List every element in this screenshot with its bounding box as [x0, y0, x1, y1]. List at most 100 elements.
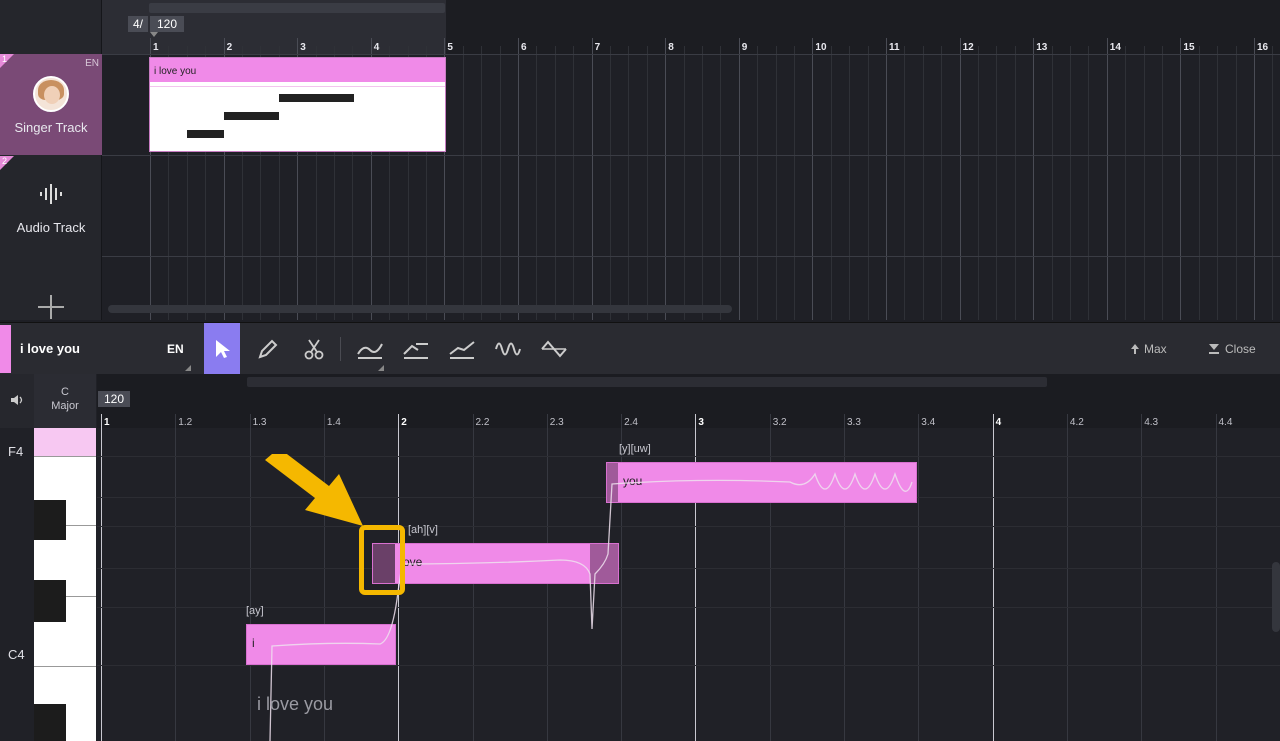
ruler-label[interactable]: 4.4: [1219, 417, 1233, 428]
piano-keyboard[interactable]: [34, 428, 96, 741]
note-lyric[interactable]: ove: [403, 555, 422, 569]
bar-number[interactable]: 15: [1183, 42, 1194, 53]
beat-line: [462, 46, 464, 320]
key-name: C: [61, 386, 69, 398]
ruler-label[interactable]: 1.3: [253, 417, 267, 428]
close-editor-button[interactable]: Close: [1208, 340, 1256, 358]
playhead-marker[interactable]: [150, 32, 158, 37]
vertical-scrollbar[interactable]: [1272, 562, 1280, 632]
note-phonemes[interactable]: [ay]: [246, 605, 264, 617]
add-track-icon[interactable]: [38, 295, 64, 321]
bar-number[interactable]: 9: [742, 42, 748, 53]
clip-header[interactable]: i love you: [150, 58, 445, 82]
track-number: 1: [2, 54, 8, 64]
beat-line: [481, 46, 483, 320]
ruler-label[interactable]: 4.2: [1070, 417, 1084, 428]
vibrato-tool-button[interactable]: [490, 323, 526, 375]
piano-key-highlighted[interactable]: [34, 428, 96, 456]
editor-tempo[interactable]: 120: [98, 391, 130, 407]
bar-number[interactable]: 1: [153, 42, 159, 53]
note-grid[interactable]: 120 1 1.2 1.3 1.4 2 2.2 2.3 2.4 3 3.2 3.3 3.4 4 4.2 4.…: [97, 374, 1280, 741]
ruler-label[interactable]: 3.2: [773, 417, 787, 428]
bar-line: [1254, 38, 1255, 320]
bar-number[interactable]: 3: [300, 42, 306, 53]
beat-line: [978, 46, 979, 320]
select-tool-button[interactable]: [204, 323, 240, 375]
track-audio[interactable]: 2 Audio Track: [0, 156, 102, 256]
bar-number[interactable]: 12: [963, 42, 974, 53]
key-selector[interactable]: C Major: [34, 374, 96, 428]
horizontal-scrollbar[interactable]: [108, 305, 732, 313]
language-selector[interactable]: EN: [167, 342, 184, 356]
track-name[interactable]: Singer Track: [0, 120, 102, 135]
pencil-icon: [258, 339, 278, 359]
ruler-label[interactable]: 2.2: [476, 417, 490, 428]
black-key[interactable]: [34, 500, 66, 540]
bar-number[interactable]: 10: [815, 42, 826, 53]
ruler-label[interactable]: 3.4: [921, 417, 935, 428]
beat-minor-line: [1141, 414, 1143, 741]
bar-line: [665, 38, 667, 320]
ruler-label[interactable]: 1.4: [327, 417, 341, 428]
note-i[interactable]: i: [246, 624, 396, 665]
bar-number[interactable]: 13: [1036, 42, 1047, 53]
bar-number[interactable]: 7: [595, 42, 601, 53]
track-name[interactable]: Audio Track: [0, 220, 102, 235]
ruler-label[interactable]: 2: [401, 417, 407, 428]
black-key[interactable]: [34, 704, 66, 741]
beat-line: [554, 46, 556, 320]
note-lyric[interactable]: i: [252, 636, 255, 650]
note-lyric[interactable]: you: [623, 474, 642, 488]
ruler-label[interactable]: 4: [996, 417, 1002, 428]
singer-clip[interactable]: i love you: [149, 57, 446, 152]
pitch-smooth-icon: [449, 341, 475, 359]
beat-line: [628, 46, 630, 320]
ruler-label[interactable]: 2.4: [624, 417, 638, 428]
note-phonemes[interactable]: [y][uw]: [619, 443, 651, 455]
note-offset-handle[interactable]: [590, 544, 618, 583]
ruler-label[interactable]: 3.3: [847, 417, 861, 428]
arrangement-grid[interactable]: 4/ 120 1 2 3 4 5 6 7 8 9 10 11 12 13 14 15 16: [102, 0, 1280, 320]
singer-avatar[interactable]: [33, 76, 69, 112]
note-phonemes[interactable]: [ah][v]: [408, 524, 438, 536]
editor-loop-bar[interactable]: [247, 377, 1047, 387]
black-key[interactable]: [34, 580, 66, 622]
scissors-tool-button[interactable]: [296, 323, 332, 375]
pitch-smooth-tool-button[interactable]: [444, 323, 480, 375]
bar-number[interactable]: 4: [374, 42, 380, 53]
loop-bar[interactable]: [149, 3, 445, 13]
lyrics-overlay[interactable]: i love you: [257, 694, 333, 715]
pencil-tool-button[interactable]: [250, 323, 286, 375]
time-signature[interactable]: 4/: [128, 16, 148, 32]
close-label: Close: [1225, 342, 1256, 356]
bar-number[interactable]: 6: [521, 42, 527, 53]
bar-number[interactable]: 2: [227, 42, 233, 53]
note-onset-handle[interactable]: [607, 463, 618, 502]
beat-minor-line: [1066, 414, 1068, 741]
beat-line: [610, 46, 611, 320]
waveform-icon: [40, 184, 62, 204]
transition-tool-button[interactable]: [536, 323, 572, 375]
pitch-label-f4: F4: [8, 444, 24, 459]
ruler-label[interactable]: 4.3: [1144, 417, 1158, 428]
note-you[interactable]: you: [606, 462, 917, 503]
bar-number[interactable]: 5: [447, 42, 453, 53]
ruler-label[interactable]: 3: [698, 417, 704, 428]
track-singer[interactable]: 1 EN Singer Track: [0, 54, 102, 155]
bar-number[interactable]: 14: [1110, 42, 1121, 53]
beat-line: [683, 46, 685, 320]
ruler-label[interactable]: 1: [104, 417, 110, 428]
ruler-label[interactable]: 1.2: [178, 417, 192, 428]
highlight-box: [359, 525, 405, 595]
tempo-display[interactable]: 120: [150, 16, 184, 32]
ruler-label[interactable]: 2.3: [550, 417, 564, 428]
mute-area[interactable]: [0, 374, 34, 428]
bar-number[interactable]: 11: [889, 42, 900, 53]
beat-line: [720, 46, 722, 320]
note-love[interactable]: ove: [372, 543, 619, 584]
bar-number[interactable]: 8: [668, 42, 674, 53]
pitch-flatten-tool-button[interactable]: [398, 323, 434, 375]
bar-number[interactable]: 16: [1257, 42, 1268, 53]
maximize-button[interactable]: Max: [1130, 340, 1167, 358]
track-language[interactable]: EN: [85, 58, 99, 69]
